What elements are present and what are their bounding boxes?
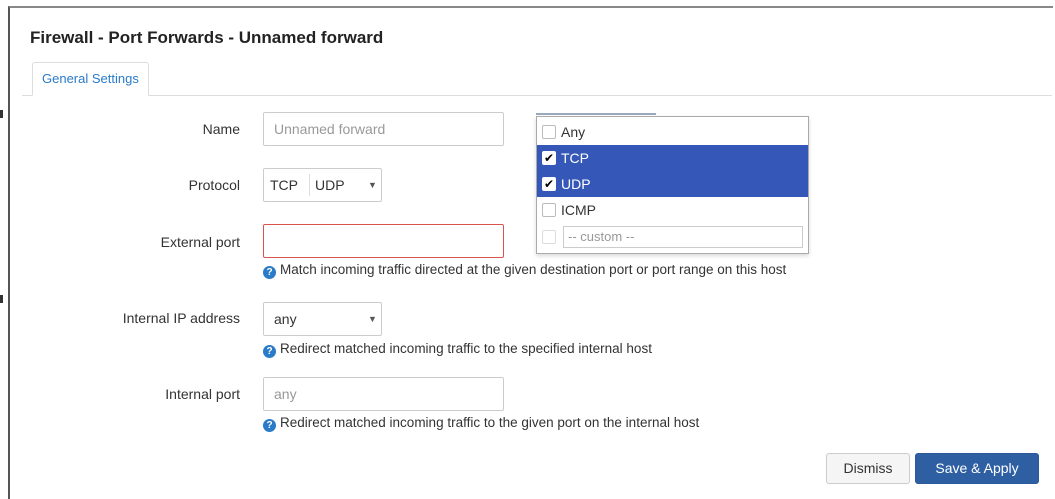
checkbox-icon <box>542 230 556 244</box>
name-label: Name <box>202 121 240 137</box>
protocol-divider <box>309 174 310 196</box>
internal-ip-value: any <box>274 311 297 327</box>
protocol-option-tcp[interactable]: ✔ TCP <box>537 145 808 171</box>
name-input[interactable]: Unnamed forward <box>263 112 504 146</box>
checkbox-icon[interactable] <box>542 203 556 217</box>
save-apply-button[interactable]: Save & Apply <box>915 453 1039 484</box>
internal-port-label: Internal port <box>165 386 240 402</box>
option-label: ICMP <box>561 202 596 218</box>
help-text: Redirect matched incoming traffic to the… <box>280 341 652 356</box>
tab-general-settings[interactable]: General Settings <box>32 62 149 96</box>
external-port-input[interactable] <box>263 224 504 258</box>
question-circle-icon: ? <box>263 419 276 432</box>
protocol-option-custom: -- custom -- <box>537 224 808 250</box>
help-text: Match incoming traffic directed at the g… <box>280 262 787 277</box>
caret-down-icon: ▼ <box>368 314 377 324</box>
question-circle-icon: ? <box>263 345 276 358</box>
dialog-title: Firewall - Port Forwards - Unnamed forwa… <box>30 28 384 47</box>
internal-ip-label: Internal IP address <box>122 310 240 326</box>
checkbox-icon[interactable] <box>542 125 556 139</box>
help-text: Redirect matched incoming traffic to the… <box>280 415 700 430</box>
protocol-option-icmp[interactable]: ICMP <box>537 197 808 223</box>
internal-port-help: ? Redirect matched incoming traffic to th… <box>263 415 699 432</box>
edge-mark <box>0 295 3 303</box>
dropdown-anchor-line <box>536 113 656 115</box>
internal-ip-help: ? Redirect matched incoming traffic to th… <box>263 341 652 358</box>
protocol-selected-udp: UDP <box>315 177 345 193</box>
protocol-option-any[interactable]: Any <box>537 119 808 145</box>
custom-protocol-input[interactable]: -- custom -- <box>563 226 803 248</box>
option-label: UDP <box>561 176 591 192</box>
protocol-selected-tcp: TCP <box>270 177 298 193</box>
checkbox-checked-icon[interactable]: ✔ <box>542 151 556 165</box>
caret-down-icon: ▼ <box>368 180 377 190</box>
edge-mark <box>0 110 3 118</box>
tab-bar: General Settings <box>22 62 1052 96</box>
dismiss-button[interactable]: Dismiss <box>826 453 910 484</box>
question-circle-icon: ? <box>263 266 276 279</box>
external-port-help: ? Match incoming traffic directed at the … <box>263 262 786 279</box>
internal-port-input[interactable]: any <box>263 377 504 411</box>
option-label: Any <box>561 124 586 140</box>
protocol-option-udp[interactable]: ✔ UDP <box>537 171 808 197</box>
protocol-label: Protocol <box>188 177 240 193</box>
checkbox-checked-icon[interactable]: ✔ <box>542 177 556 191</box>
internal-ip-select[interactable]: any ▼ <box>263 302 382 336</box>
protocol-dropdown: Any ✔ TCP ✔ UDP ICMP -- custom -- <box>536 116 809 254</box>
option-label: TCP <box>561 150 589 166</box>
protocol-select[interactable]: TCP UDP ▼ <box>263 168 382 202</box>
external-port-label: External port <box>160 234 240 250</box>
